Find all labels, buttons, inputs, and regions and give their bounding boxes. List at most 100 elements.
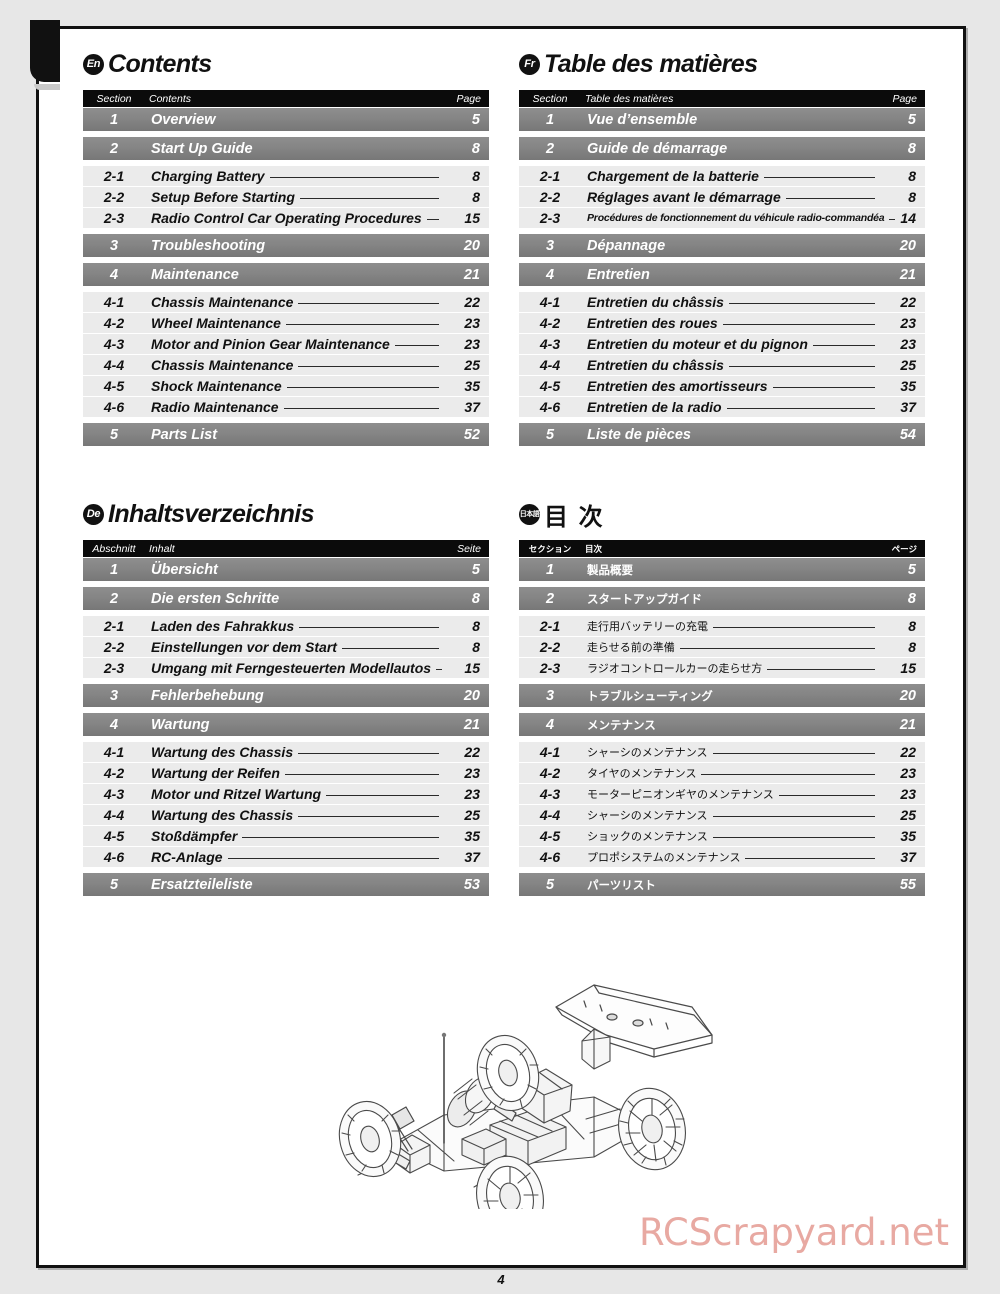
toc-row-title: Entretien du moteur et du pignon: [581, 334, 883, 354]
toc-row[interactable]: 4-1 Chassis Maintenance 22: [83, 292, 489, 312]
toc-row-section: 4-5: [519, 376, 581, 396]
toc-row[interactable]: 4-2 Wartung der Reifen 23: [83, 763, 489, 783]
toc-row[interactable]: 4-4 Wartung des Chassis 25: [83, 805, 489, 825]
toc-row-title: Chargement de la batterie: [581, 166, 883, 186]
toc-row[interactable]: 2-3 ラジオコントロールカーの走らせ方 15: [519, 658, 925, 678]
toc-row[interactable]: 4-5 ショックのメンテナンス 35: [519, 826, 925, 846]
toc-row[interactable]: 1 Vue d’ensemble 5: [519, 108, 925, 131]
toc-row-label: Charging Battery: [151, 168, 265, 184]
toc-leader: Stoßdämpfer: [151, 828, 443, 844]
toc-row-section: 2: [83, 587, 145, 610]
toc-row[interactable]: 3 トラブルシューティング 20: [519, 684, 925, 707]
toc-row[interactable]: 2-3 Umgang mit Ferngesteuerten Modellauto…: [83, 658, 489, 678]
toc-row-section: 2-1: [83, 166, 145, 186]
toc-row-spacer: [83, 611, 489, 615]
toc-row-section: 5: [83, 423, 145, 446]
toc-row-title: 製品概要: [581, 558, 883, 581]
toc-row[interactable]: 2-1 Chargement de la batterie 8: [519, 166, 925, 186]
toc-header-page: Page: [447, 90, 489, 107]
toc-row[interactable]: 1 Overview 5: [83, 108, 489, 131]
toc-row[interactable]: 4-1 Wartung des Chassis 22: [83, 742, 489, 762]
toc-row-title: Parts List: [145, 423, 447, 446]
toc-row[interactable]: 4-4 シャーシのメンテナンス 25: [519, 805, 925, 825]
toc-row[interactable]: 2-3 Radio Control Car Operating Procedure…: [83, 208, 489, 228]
toc-row-page: 55: [883, 873, 925, 896]
toc-row-spacer: [519, 132, 925, 136]
toc-row[interactable]: 2-2 Setup Before Starting 8: [83, 187, 489, 207]
toc-row[interactable]: 4-3 Entretien du moteur et du pignon 23: [519, 334, 925, 354]
toc-leader-rule: [767, 668, 875, 670]
toc-row-title: プロポシステムのメンテナンス: [581, 847, 883, 867]
toc-row[interactable]: 2-2 Einstellungen vor dem Start 8: [83, 637, 489, 657]
toc-row[interactable]: 4-5 Entretien des amortisseurs 35: [519, 376, 925, 396]
toc-row[interactable]: 2 Guide de démarrage 8: [519, 137, 925, 160]
toc-row-page: 8: [447, 137, 489, 160]
toc-leader: Wartung des Chassis: [151, 744, 443, 760]
toc-row[interactable]: 4-4 Chassis Maintenance 25: [83, 355, 489, 375]
toc-heading-fr: Fr Table des matières: [519, 47, 925, 81]
toc-leader-rule: [728, 302, 875, 304]
toc-row-spacer: [519, 258, 925, 262]
toc-row[interactable]: 5 パーツリスト 55: [519, 873, 925, 896]
toc-row[interactable]: 2-1 Laden des Fahrakkus 8: [83, 616, 489, 636]
toc-row[interactable]: 5 Ersatzteileliste 53: [83, 873, 489, 896]
toc-row[interactable]: 4-6 Entretien de la radio 37: [519, 397, 925, 417]
toc-row[interactable]: 1 製品概要 5: [519, 558, 925, 581]
toc-row[interactable]: 4-3 モーターピニオンギヤのメンテナンス 23: [519, 784, 925, 804]
toc-leader: Setup Before Starting: [151, 189, 443, 205]
toc-row-section: 4-4: [519, 355, 581, 375]
toc-row[interactable]: 3 Troubleshooting 20: [83, 234, 489, 257]
toc-row[interactable]: 4-6 プロポシステムのメンテナンス 37: [519, 847, 925, 867]
toc-leader-rule: [785, 197, 875, 199]
toc-row[interactable]: 4-2 Entretien des roues 23: [519, 313, 925, 333]
toc-row[interactable]: 3 Dépannage 20: [519, 234, 925, 257]
toc-row[interactable]: 4 Maintenance 21: [83, 263, 489, 286]
toc-row[interactable]: 2 Die ersten Schritte 8: [83, 587, 489, 610]
toc-row-title: メンテナンス: [581, 713, 883, 736]
toc-row[interactable]: 2-1 走行用バッテリーの充電 8: [519, 616, 925, 636]
toc-row[interactable]: 5 Parts List 52: [83, 423, 489, 446]
toc-row-page: 22: [447, 742, 489, 762]
toc-row-section: 4-5: [83, 826, 145, 846]
toc-row-page: 54: [883, 423, 925, 446]
toc-row[interactable]: 4 Entretien 21: [519, 263, 925, 286]
toc-row[interactable]: 4-1 Entretien du châssis 22: [519, 292, 925, 312]
toc-row[interactable]: 2-2 走らせる前の準備 8: [519, 637, 925, 657]
toc-row-page: 15: [447, 658, 489, 678]
toc-row[interactable]: 4-1 シャーシのメンテナンス 22: [519, 742, 925, 762]
toc-leader: モーターピニオンギヤのメンテナンス: [587, 786, 879, 802]
toc-row[interactable]: 2-3 Procédures de fonctionnement du véhic…: [519, 208, 925, 228]
toc-row-page: 25: [883, 805, 925, 825]
toc-row[interactable]: 4-6 Radio Maintenance 37: [83, 397, 489, 417]
toc-row-spacer: [83, 708, 489, 712]
toc-row[interactable]: 1 Übersicht 5: [83, 558, 489, 581]
toc-title-en: Contents: [108, 49, 212, 78]
toc-row[interactable]: 4-2 Wheel Maintenance 23: [83, 313, 489, 333]
toc-row-title: RC-Anlage: [145, 847, 447, 867]
toc-row[interactable]: 4-5 Stoßdämpfer 35: [83, 826, 489, 846]
toc-leader-rule: [426, 218, 439, 220]
toc-row[interactable]: 4-5 Shock Maintenance 35: [83, 376, 489, 396]
toc-row-section: 4-1: [519, 292, 581, 312]
toc-leader-rule: [283, 407, 439, 409]
toc-row[interactable]: 4-4 Entretien du châssis 25: [519, 355, 925, 375]
toc-row-title: トラブルシューティング: [581, 684, 883, 707]
toc-row-title: Motor and Pinion Gear Maintenance: [145, 334, 447, 354]
toc-row-title: Chassis Maintenance: [145, 292, 447, 312]
toc-row[interactable]: 2-2 Réglages avant le démarrage 8: [519, 187, 925, 207]
toc-row-section: 4: [519, 713, 581, 736]
toc-row[interactable]: 4 メンテナンス 21: [519, 713, 925, 736]
toc-row[interactable]: 4-3 Motor und Ritzel Wartung 23: [83, 784, 489, 804]
toc-row[interactable]: 2 Start Up Guide 8: [83, 137, 489, 160]
toc-row[interactable]: 3 Fehlerbehebung 20: [83, 684, 489, 707]
toc-row[interactable]: 4-3 Motor and Pinion Gear Maintenance 23: [83, 334, 489, 354]
toc-row-title: Fehlerbehebung: [145, 684, 447, 707]
toc-row-section: 2-3: [83, 658, 145, 678]
toc-row[interactable]: 4-6 RC-Anlage 37: [83, 847, 489, 867]
toc-row[interactable]: 2-1 Charging Battery 8: [83, 166, 489, 186]
toc-table-fr: Section Table des matières Page 1 Vue d’ense…: [519, 89, 925, 447]
toc-row[interactable]: 5 Liste de pièces 54: [519, 423, 925, 446]
toc-row[interactable]: 4 Wartung 21: [83, 713, 489, 736]
toc-row[interactable]: 2 スタートアップガイド 8: [519, 587, 925, 610]
toc-row[interactable]: 4-2 タイヤのメンテナンス 23: [519, 763, 925, 783]
